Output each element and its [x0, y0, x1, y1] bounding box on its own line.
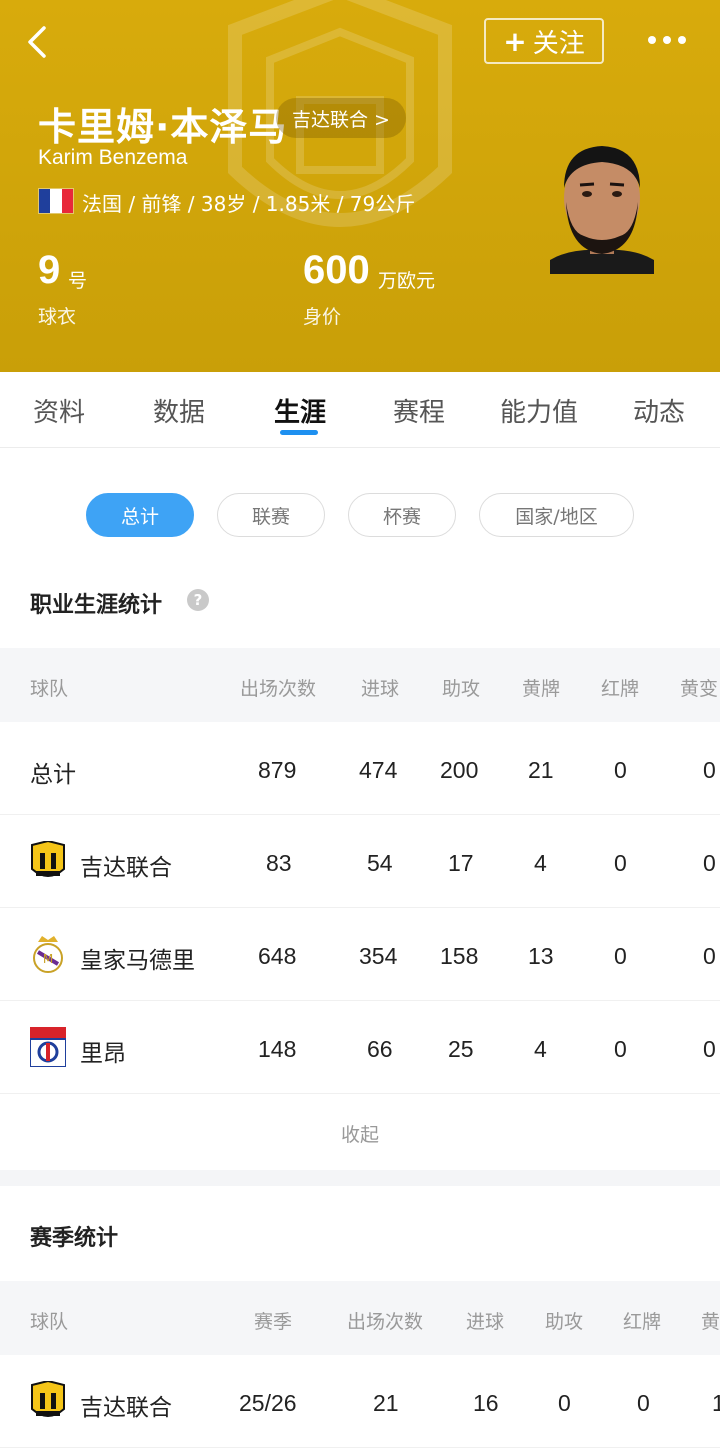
goals-value: 66 [367, 1036, 393, 1062]
apps-value: 648 [258, 943, 297, 969]
collapse-button[interactable]: 收起 [0, 1096, 720, 1170]
red-value: 0 [637, 1390, 650, 1416]
player-avatar [550, 146, 654, 274]
yellow-red-value: 0 [703, 850, 716, 876]
ittihad-logo-icon [31, 841, 65, 877]
tab-schedule[interactable]: 赛程 [393, 392, 445, 429]
team-name: 总计 [30, 762, 76, 788]
real-madrid-logo-icon: M [33, 936, 63, 973]
yellow-value: 13 [528, 943, 554, 969]
filter-total[interactable]: 总计 [86, 493, 194, 537]
market-value: 600 [303, 248, 370, 292]
table-row[interactable]: 里昂 148 66 25 4 0 0 [0, 1001, 720, 1094]
player-header: + 关注 卡里姆·本泽马 吉达联合 > Karim Benzema 法国 / 前… [0, 0, 720, 372]
player-name-en: Karim Benzema [38, 146, 188, 169]
active-tab-indicator [280, 430, 318, 435]
shirt-number: 9 [38, 248, 61, 292]
ittihad-logo-icon [31, 1381, 65, 1417]
assists-value: 17 [448, 850, 474, 876]
plus-icon: + [503, 24, 527, 58]
col-red: 红牌 [623, 1311, 662, 1333]
filter-league[interactable]: 联赛 [217, 493, 325, 537]
col-goals: 进球 [361, 678, 400, 700]
col-team: 球队 [30, 678, 69, 700]
goals-value: 54 [367, 850, 393, 876]
col-yellow: 黄牌 [522, 678, 561, 700]
team-name: 皇家马德里 [80, 948, 195, 974]
tab-career[interactable]: 生涯 [274, 392, 326, 429]
assists-value: 200 [440, 757, 479, 783]
col-team: 球队 [30, 1311, 69, 1333]
tab-ability[interactable]: 能力值 [500, 392, 578, 429]
shirt-caption: 球衣 [38, 306, 77, 328]
player-name-cn: 卡里姆·本泽马 [38, 105, 288, 149]
player-meta: 法国 / 前锋 / 38岁 / 1.85米 / 79公斤 [82, 192, 416, 216]
follow-label: 关注 [532, 28, 585, 59]
france-flag-icon [38, 188, 74, 214]
red-value: 0 [614, 943, 627, 969]
filter-cup[interactable]: 杯赛 [348, 493, 456, 537]
apps-value: 148 [258, 1036, 297, 1062]
tab-stats[interactable]: 数据 [153, 392, 205, 429]
col-yellow-red: 黄变 [680, 678, 719, 700]
tab-bar: 资料 数据 生涯 赛程 能力值 动态 [0, 372, 720, 448]
filter-national[interactable]: 国家/地区 [479, 493, 634, 537]
goals-value: 474 [359, 757, 398, 783]
market-value-caption: 身价 [303, 306, 342, 328]
season-table-header: 球队 赛季 出场次数 进球 助攻 红牌 黄 [0, 1281, 720, 1355]
season-stats-title: 赛季统计 [30, 1226, 119, 1251]
col-yellow: 黄 [701, 1311, 720, 1333]
apps-value: 21 [373, 1390, 399, 1416]
tab-news[interactable]: 动态 [633, 392, 685, 429]
assists-value: 25 [448, 1036, 474, 1062]
team-name: 吉达联合 [80, 855, 172, 881]
market-value-unit: 万欧元 [378, 270, 436, 292]
assists-value: 158 [440, 943, 479, 969]
help-icon[interactable]: ? [187, 589, 209, 611]
tab-profile[interactable]: 资料 [33, 392, 85, 429]
table-row[interactable]: 吉达联合 83 54 17 4 0 0 [0, 815, 720, 908]
svg-text:M: M [43, 952, 53, 966]
col-assists: 助攻 [545, 1311, 584, 1333]
team-name: 里昂 [80, 1041, 126, 1067]
goals-value: 354 [359, 943, 398, 969]
yellow-red-value: 0 [703, 943, 716, 969]
apps-value: 879 [258, 757, 297, 783]
col-red: 红牌 [601, 678, 640, 700]
red-value: 0 [614, 850, 627, 876]
table-row[interactable]: 总计 879 474 200 21 0 0 [0, 722, 720, 815]
back-arrow-icon[interactable] [18, 22, 58, 62]
goals-value: 16 [473, 1390, 499, 1416]
table-row[interactable]: M 皇家马德里 648 354 158 13 0 0 [0, 908, 720, 1001]
team-name: 吉达联合 [80, 1395, 172, 1421]
yellow-value: 21 [528, 757, 554, 783]
red-value: 0 [614, 1036, 627, 1062]
yellow-red-value: 0 [703, 1036, 716, 1062]
shirt-unit: 号 [68, 270, 88, 292]
col-goals: 进球 [466, 1311, 505, 1333]
apps-value: 83 [266, 850, 292, 876]
assists-value: 0 [558, 1390, 571, 1416]
season-value: 25/26 [239, 1390, 297, 1416]
extra-value: 1 [712, 1390, 720, 1416]
yellow-red-value: 0 [703, 757, 716, 783]
yellow-value: 4 [534, 850, 547, 876]
club-link-chip[interactable]: 吉达联合 > [276, 98, 406, 138]
col-assists: 助攻 [442, 678, 481, 700]
follow-button[interactable]: + 关注 [484, 18, 604, 64]
red-value: 0 [614, 757, 627, 783]
career-table-header: 球队 出场次数 进球 助攻 黄牌 红牌 黄变 [0, 648, 720, 722]
lyon-logo-icon [30, 1027, 66, 1067]
yellow-value: 4 [534, 1036, 547, 1062]
more-options-icon[interactable] [648, 30, 692, 50]
col-apps: 出场次数 [347, 1311, 424, 1333]
table-row[interactable]: 吉达联合 25/26 21 16 0 0 1 [0, 1355, 720, 1448]
career-stats-title: 职业生涯统计 [30, 593, 163, 618]
col-season: 赛季 [254, 1311, 293, 1333]
col-apps: 出场次数 [240, 678, 317, 700]
